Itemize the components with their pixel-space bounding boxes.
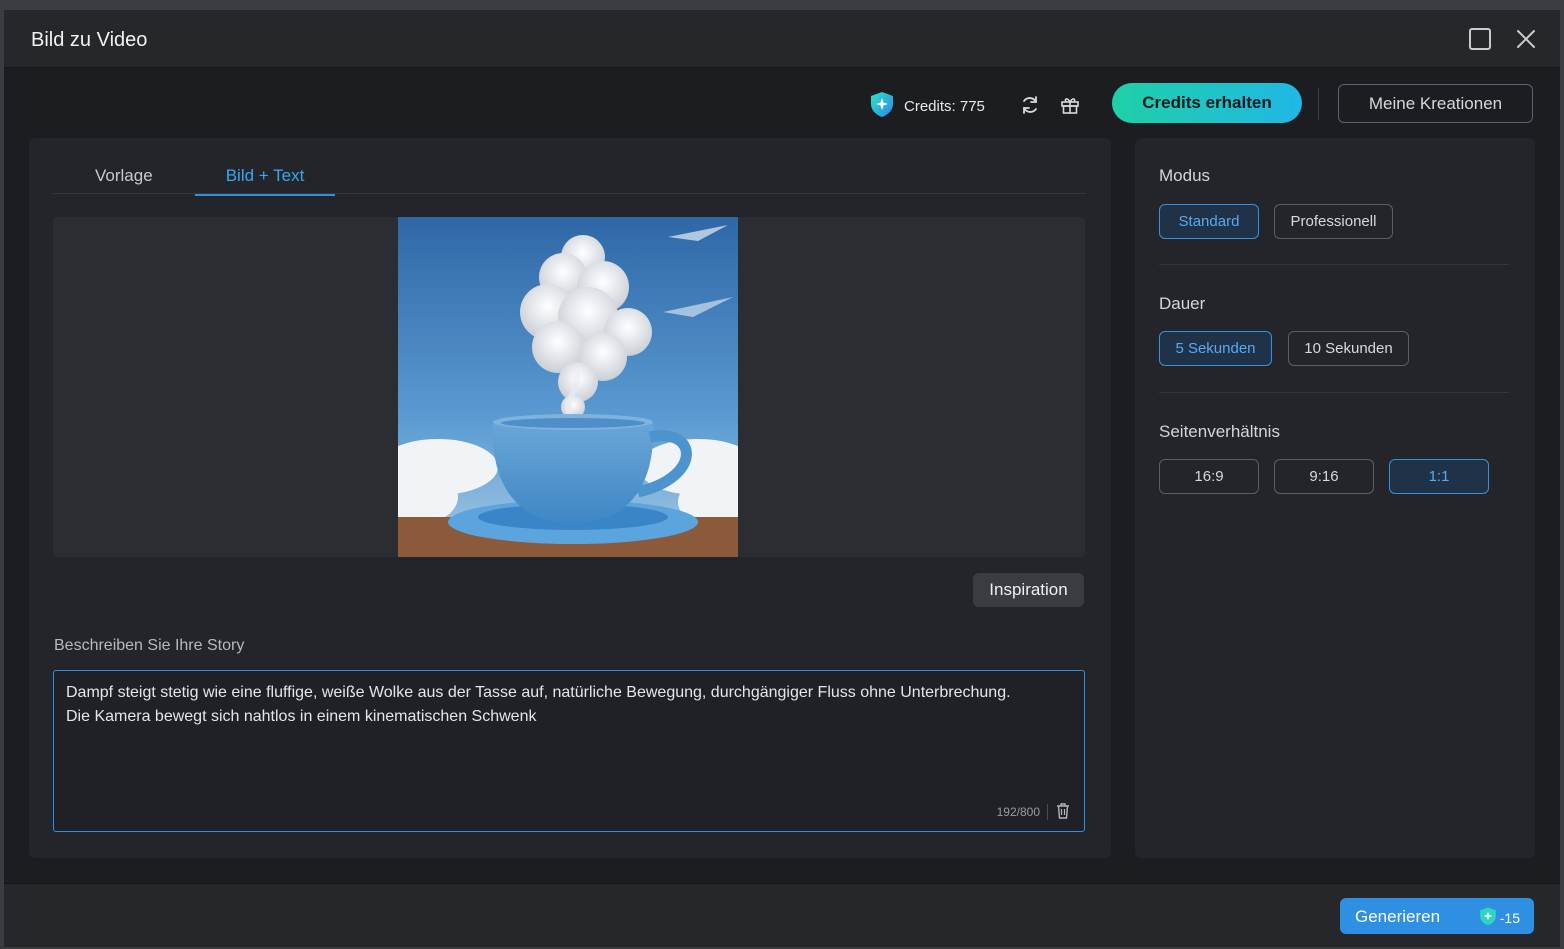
image-preview[interactable] <box>53 217 1085 557</box>
footer-bar: Generieren -15 <box>4 883 1560 947</box>
mode-professional-button[interactable]: Professionell <box>1274 204 1393 239</box>
tab-template[interactable]: Vorlage <box>95 166 153 194</box>
dialog-title: Bild zu Video <box>31 29 148 51</box>
generate-cost-value: -15 <box>1499 909 1520 926</box>
top-toolbar: Credits: 775 Credits erhalten Meine Krea… <box>4 68 1560 138</box>
section-divider <box>1159 392 1509 393</box>
character-counter: 192/800 <box>996 805 1040 819</box>
generate-label: Generieren <box>1355 907 1441 926</box>
gift-icon[interactable] <box>1056 91 1084 119</box>
story-textarea[interactable]: Dampf steigt stetig wie eine fluffige, w… <box>53 670 1085 832</box>
my-creations-button[interactable]: Meine Kreationen <box>1338 84 1533 123</box>
story-label: Beschreiben Sie Ihre Story <box>54 637 245 654</box>
story-text[interactable]: Dampf steigt stetig wie eine fluffige, w… <box>66 681 1026 729</box>
tab-bar: Vorlage Bild + Text <box>53 154 1086 196</box>
image-to-video-dialog: Bild zu Video Credits: 775 Credits erhal <box>3 9 1561 947</box>
close-icon[interactable] <box>1513 26 1539 52</box>
mode-standard-button[interactable]: Standard <box>1159 204 1259 239</box>
trash-icon[interactable] <box>1055 802 1071 820</box>
credits-display: Credits: 775 <box>868 90 985 122</box>
duration-5s-button[interactable]: 5 Sekunden <box>1159 331 1272 366</box>
duration-label: Dauer <box>1159 294 1206 313</box>
credits-shield-icon <box>868 90 896 122</box>
settings-panel: Modus Standard Professionell Dauer 5 Sek… <box>1135 138 1535 858</box>
get-credits-button[interactable]: Credits erhalten <box>1112 83 1302 123</box>
inspiration-button[interactable]: Inspiration <box>973 573 1084 607</box>
section-divider <box>1159 264 1509 265</box>
credits-label: Credits: 775 <box>904 97 985 115</box>
generate-button[interactable]: Generieren -15 <box>1340 898 1534 934</box>
toolbar-divider <box>1318 88 1319 120</box>
counter-divider <box>1047 804 1048 820</box>
credits-shield-icon <box>1478 906 1498 929</box>
input-panel: Vorlage Bild + Text Inspiration Beschrei… <box>29 138 1111 858</box>
aspect-16-9-button[interactable]: 16:9 <box>1159 459 1259 494</box>
uploaded-image-coffee-cup-cloud <box>398 217 738 557</box>
refresh-icon[interactable] <box>1016 91 1044 119</box>
maximize-icon[interactable] <box>1467 26 1493 52</box>
mode-label: Modus <box>1159 166 1211 185</box>
title-bar: Bild zu Video <box>4 10 1560 68</box>
aspect-9-16-button[interactable]: 9:16 <box>1274 459 1374 494</box>
generate-cost: -15 <box>1478 906 1520 929</box>
duration-10s-button[interactable]: 10 Sekunden <box>1288 331 1409 366</box>
tab-image-text[interactable]: Bild + Text <box>195 166 335 196</box>
aspect-ratio-label: Seitenverhältnis <box>1159 422 1280 441</box>
aspect-1-1-button[interactable]: 1:1 <box>1389 459 1489 494</box>
